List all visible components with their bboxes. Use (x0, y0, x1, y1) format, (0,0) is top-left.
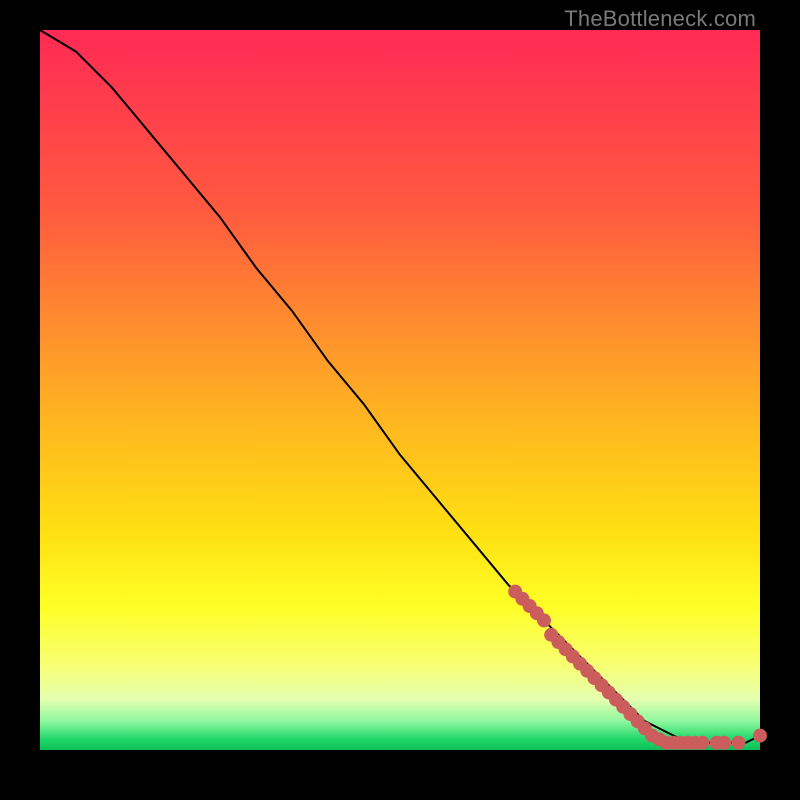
data-marker (731, 736, 745, 750)
data-marker (695, 736, 709, 750)
marker-group (508, 585, 767, 750)
data-marker (753, 729, 767, 743)
chart-svg (40, 30, 760, 750)
watermark-text: TheBottleneck.com (564, 6, 756, 32)
bottleneck-curve (40, 30, 760, 743)
chart-frame (40, 30, 760, 750)
data-marker (537, 613, 551, 627)
data-marker (717, 736, 731, 750)
